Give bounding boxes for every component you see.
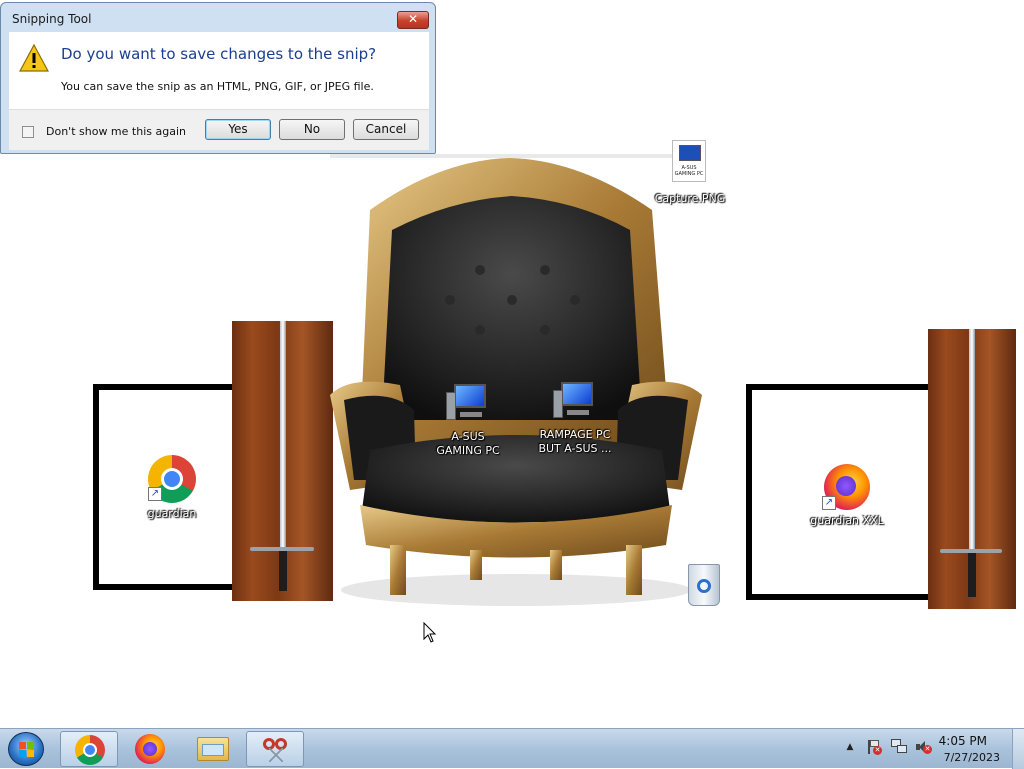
- clock-time[interactable]: 4:05 PM: [939, 734, 987, 748]
- taskbar-snipping-tool-button[interactable]: [246, 731, 304, 767]
- recycle-bin-icon: [688, 564, 720, 606]
- dialog-footer: Don't show me this again Yes No Cancel: [9, 109, 429, 150]
- action-center-icon[interactable]: ✕: [866, 739, 882, 755]
- cancel-button[interactable]: Cancel: [353, 119, 419, 140]
- sword-image-right: [928, 329, 1016, 609]
- dialog-title: Snipping Tool: [12, 12, 92, 26]
- clock-date[interactable]: 7/27/2023: [944, 751, 1000, 764]
- taskbar-chrome-button[interactable]: [60, 731, 118, 767]
- desktop-icon-label-line2: BUT A-SUS ...: [538, 442, 612, 455]
- computer-icon: [553, 382, 597, 422]
- dont-show-again-label: Don't show me this again: [46, 125, 186, 138]
- start-button[interactable]: [4, 730, 48, 768]
- close-button[interactable]: ✕: [397, 11, 429, 29]
- chrome-icon: [75, 735, 105, 765]
- dialog-message: You can save the snip as an HTML, PNG, G…: [61, 80, 374, 93]
- windows-logo-icon: [8, 732, 44, 766]
- desktop-icon-recycle-bin[interactable]: [684, 562, 724, 610]
- firefox-icon: [135, 734, 165, 764]
- no-button[interactable]: No: [279, 119, 345, 140]
- computer-icon: [446, 384, 490, 424]
- desktop-icon-label-line1: A-SUS: [451, 430, 485, 443]
- folder-icon: [197, 737, 229, 761]
- sword-image-left: [232, 321, 333, 601]
- throne-image: [330, 154, 702, 606]
- desktop-icon-label: Capture.PNG: [654, 192, 726, 205]
- dialog-body: Do you want to save changes to the snip?…: [9, 32, 429, 109]
- desktop-icon-label-line1: RAMPAGE PC: [539, 428, 611, 441]
- shortcut-arrow-icon: ↗: [148, 487, 162, 501]
- desktop-icon-rampage-pc[interactable]: RAMPAGE PC BUT A-SUS ...: [534, 382, 616, 460]
- desktop-icon-capture-png[interactable]: A-SUS GAMING PC Capture.PNG: [652, 140, 728, 208]
- desktop-icon-guardian[interactable]: ↗ guardian: [134, 455, 210, 525]
- show-hidden-icon[interactable]: ▲: [845, 742, 855, 752]
- dont-show-again-checkbox[interactable]: [22, 126, 34, 138]
- desktop-icon-asus-gaming-pc[interactable]: A-SUS GAMING PC: [430, 384, 506, 462]
- volume-muted-icon[interactable]: ✕: [915, 739, 933, 755]
- dialog-question: Do you want to save changes to the snip?: [61, 45, 377, 63]
- taskbar-explorer-button[interactable]: [184, 731, 242, 767]
- desktop-icon-label: guardian XXL: [810, 514, 884, 527]
- shortcut-arrow-icon: ↗: [822, 496, 836, 510]
- yes-button[interactable]: Yes: [205, 119, 271, 140]
- network-icon[interactable]: [891, 739, 909, 755]
- scissors-icon: [261, 736, 291, 764]
- desktop-icon-guardian-xxl[interactable]: ↗ guardian XXL: [806, 464, 888, 534]
- taskbar-firefox-button[interactable]: [122, 731, 180, 767]
- desktop-icon-label: guardian: [147, 507, 197, 520]
- mouse-cursor-icon: [423, 622, 437, 643]
- snipping-tool-dialog: Snipping Tool ✕ Do you want to save chan…: [0, 2, 436, 154]
- thumbnail-text: A-SUS GAMING PC: [674, 165, 704, 177]
- show-desktop-button[interactable]: [1012, 729, 1024, 769]
- image-file-icon: A-SUS GAMING PC: [672, 140, 706, 182]
- taskbar: ▲ ✕ ✕ 4:05 PM 7/27/2023: [0, 728, 1024, 769]
- warning-icon: [19, 44, 49, 72]
- desktop-icon-label-line2: GAMING PC: [436, 444, 500, 457]
